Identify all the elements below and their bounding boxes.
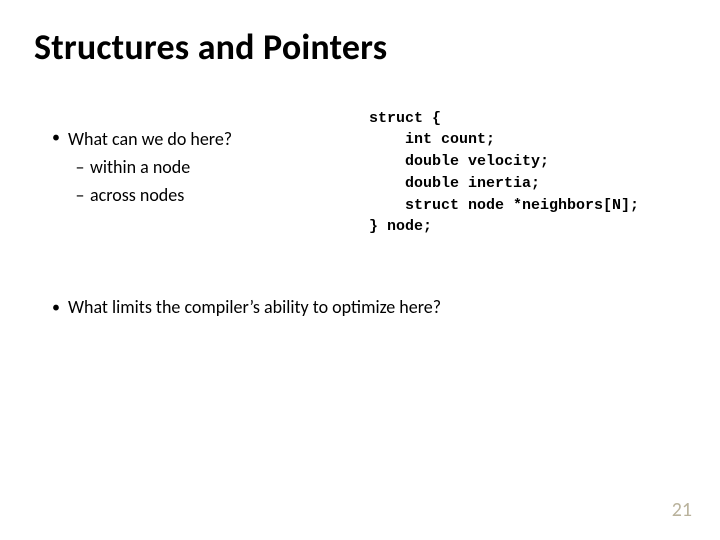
- bullet-text: What can we do here?: [68, 126, 232, 152]
- slide: Structures and Pointers • What can we do…: [0, 0, 720, 540]
- content-row: • What can we do here? – within a node –…: [34, 108, 686, 239]
- code-block: struct { int count; double velocity; dou…: [369, 108, 686, 239]
- code-line: double inertia;: [369, 175, 540, 192]
- lower-section: • What limits the compiler’s ability to …: [34, 296, 686, 320]
- dash-glyph: –: [70, 154, 90, 180]
- bullet-text: What limits the compiler’s ability to op…: [68, 296, 441, 320]
- page-number: 21: [672, 498, 692, 522]
- sub-bullet-item: – within a node: [70, 154, 369, 180]
- bullet-item: • What can we do here?: [44, 126, 369, 152]
- code-line: int count;: [369, 131, 495, 148]
- sub-bullet-item: – across nodes: [70, 182, 369, 208]
- slide-title: Structures and Pointers: [34, 28, 686, 68]
- bullet-glyph: •: [44, 126, 68, 152]
- bullet-item: • What limits the compiler’s ability to …: [44, 296, 686, 320]
- right-column: struct { int count; double velocity; dou…: [369, 108, 686, 239]
- sub-bullet-text: within a node: [90, 154, 190, 180]
- code-line: double velocity;: [369, 153, 549, 170]
- sub-bullet-text: across nodes: [90, 182, 184, 208]
- dash-glyph: –: [70, 182, 90, 208]
- code-line: struct {: [369, 110, 441, 127]
- bullet-glyph: •: [44, 296, 68, 320]
- code-line: struct node *neighbors[N];: [369, 197, 639, 214]
- left-column: • What can we do here? – within a node –…: [34, 108, 369, 210]
- code-line: } node;: [369, 218, 432, 235]
